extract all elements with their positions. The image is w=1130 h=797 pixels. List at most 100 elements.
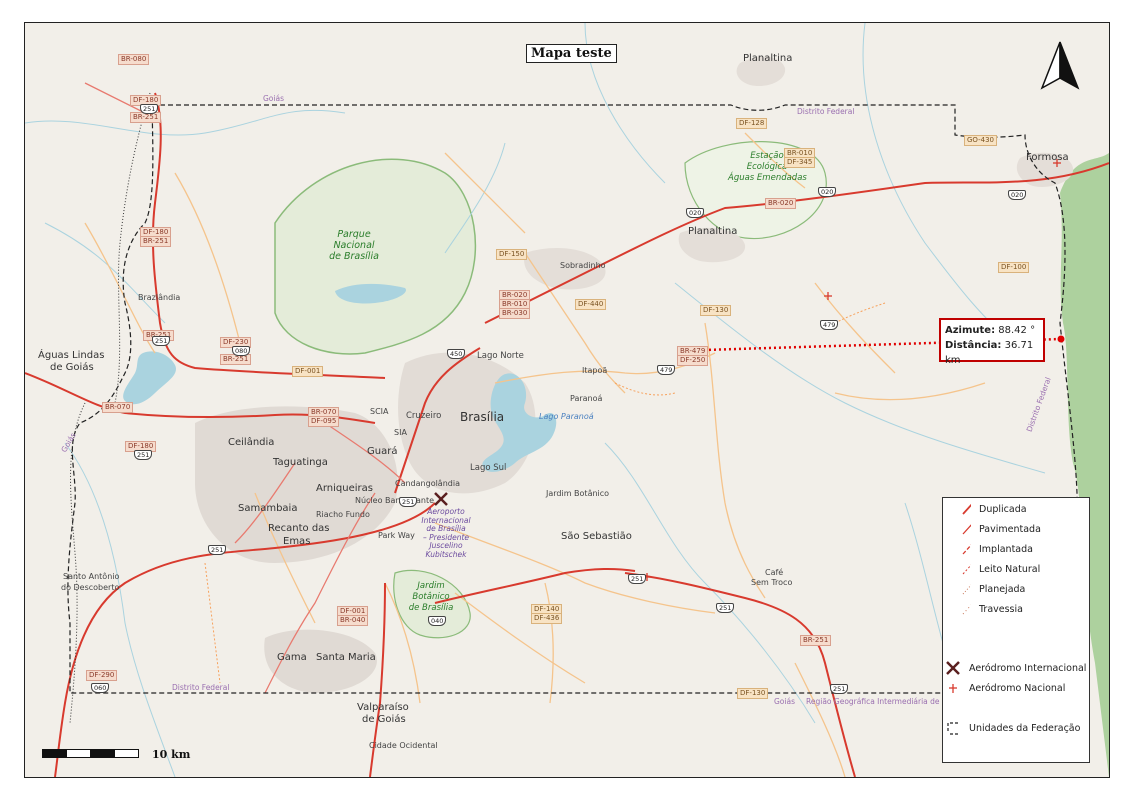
label-park-way: Park Way	[378, 531, 415, 540]
label-cafe-sem-troco-1: Café	[765, 568, 784, 577]
legend-item-leito-natural: Leito Natural	[949, 562, 1040, 576]
label-df-south: Distrito Federal	[172, 683, 230, 692]
label-sia: SIA	[394, 428, 407, 437]
label-lago-sul: Lago Sul	[470, 463, 507, 473]
label-goias-north: Goiás	[263, 94, 284, 103]
label-valparaiso-1: Valparaíso	[357, 702, 409, 713]
label-santo-antonio-2: do Descoberto	[61, 583, 120, 592]
label-aguas-lindas-1: Águas Lindas	[38, 350, 105, 361]
legend-label: Planejada	[979, 583, 1026, 595]
legend-item-duplicada: Duplicada	[949, 502, 1027, 516]
legend-label: Pavimentada	[979, 523, 1041, 535]
boundary-legend-icon	[947, 722, 958, 735]
label-cruzeiro: Cruzeiro	[406, 411, 442, 421]
legend-label: Duplicada	[979, 503, 1027, 515]
road-label-df130-s: DF-130	[737, 688, 769, 699]
legend-item-planejada: Planejada	[949, 582, 1025, 596]
highway-shield: 251	[140, 104, 159, 114]
label-national-park: Parque Nacional de Brasília	[329, 229, 379, 262]
highway-shield: 479	[820, 320, 839, 330]
legend-item-travessia: Travessia	[949, 602, 1023, 616]
label-df-north: Distrito Federal	[797, 107, 855, 116]
label-scia: SCIA	[370, 407, 389, 416]
label-lago-norte: Lago Norte	[477, 351, 524, 361]
label-recanto-2: Emas	[283, 536, 311, 547]
label-santa-maria: Santa Maria	[316, 652, 376, 663]
label-candangolandia: Candangolândia	[395, 479, 460, 488]
highway-shield: 020	[818, 187, 837, 197]
road-label-br080: BR-080	[118, 54, 150, 65]
label-santo-antonio-1: Santo Antônio	[63, 572, 120, 581]
label-sobradinho: Sobradinho	[560, 261, 606, 270]
road-label-df150: DF-150	[496, 249, 528, 260]
distance-row: Distância: 36.71 km	[945, 338, 1039, 368]
international-airport-legend-icon	[946, 661, 960, 675]
road-label-df345: DF-345	[784, 157, 816, 168]
road-label-df290: DF-290	[86, 670, 118, 681]
legend-label: Travessia	[979, 603, 1023, 615]
legend-label: Implantada	[979, 543, 1033, 555]
azimuth-label: Azimute:	[945, 325, 996, 336]
road-label-df440: DF-440	[575, 299, 607, 310]
legend-planejada-symbol	[962, 584, 971, 595]
road-label-df128: DF-128	[736, 118, 768, 129]
label-valparaiso-2: de Goiás	[362, 714, 406, 725]
legend-item-boundary: Unidades da Federação	[945, 721, 1080, 735]
label-itapoa: Itapoã	[582, 366, 608, 375]
label-botanical-garden: Jardim Botânico de Brasília	[408, 581, 454, 613]
road-label-br251-w: BR-251	[140, 236, 172, 247]
road-label-df001-w: DF-001	[292, 366, 324, 377]
highway-shield: 251	[716, 603, 735, 613]
label-goias-south: Goiás	[774, 697, 795, 706]
road-label-go430: GO-430	[964, 135, 998, 146]
map-legend: Duplicada Pavimentada Implantada Leito N…	[942, 497, 1090, 763]
legend-item-national-airport: Aeródromo Nacional	[945, 681, 1065, 695]
label-nucleo-bandeirante: Núcleo Bandeirante	[355, 496, 435, 505]
highway-shield: 080	[232, 346, 251, 356]
azimuth-value: 88.42 °	[998, 325, 1036, 336]
scale-bar	[42, 749, 139, 758]
legend-label: Aeródromo Internacional	[969, 662, 1087, 674]
national-airport-legend-icon	[949, 684, 957, 693]
label-sao-sebastiao: São Sebastião	[561, 531, 632, 542]
highway-shield: 060	[91, 683, 110, 693]
highway-shield: 251	[134, 450, 153, 460]
legend-item-international-airport: Aeródromo Internacional	[945, 661, 1086, 675]
road-label-br251-se: BR-251	[800, 635, 832, 646]
highway-shield: 251	[152, 336, 171, 346]
label-cafe-sem-troco-2: Sem Troco	[751, 578, 793, 587]
label-riacho-fundo: Riacho Fundo	[316, 510, 370, 519]
label-taguatinga: Taguatinga	[273, 457, 328, 468]
highway-shield: 251	[399, 497, 418, 507]
road-label-br040: BR-040	[337, 615, 369, 626]
label-jardim-botanico: Jardim Botânico	[546, 489, 610, 498]
label-brasilia: Brasília	[460, 410, 505, 424]
road-label-br020-ne: BR-020	[765, 198, 797, 209]
road-label-br030: BR-030	[499, 308, 531, 319]
highway-shield: 020	[686, 208, 705, 218]
label-guara: Guará	[367, 446, 398, 457]
road-label-df436: DF-436	[531, 613, 563, 624]
label-ceilandia: Ceilândia	[228, 437, 275, 448]
road-label-df250: DF-250	[677, 355, 709, 366]
road-label-br070: BR-070	[102, 402, 134, 413]
label-airport: Aeroporto Internacional de Brasília – Pres…	[421, 507, 471, 559]
highway-shield: 040	[428, 616, 447, 626]
label-samambaia: Samambaia	[238, 503, 298, 514]
legend-label: Aeródromo Nacional	[969, 682, 1066, 694]
road-label-df095: DF-095	[308, 416, 340, 427]
road-label-df130: DF-130	[700, 305, 732, 316]
highway-shield: 020	[1008, 190, 1027, 200]
label-lago-paranoa: Lago Paranoá	[539, 412, 594, 421]
label-planaltina-go: Planaltina	[743, 53, 793, 64]
highway-shield: 450	[447, 349, 466, 359]
label-cidade-ocidental: Cidade Ocidental	[369, 741, 438, 750]
label-arniqueiras: Arniqueiras	[316, 483, 373, 494]
legend-implantada-symbol	[962, 544, 971, 555]
label-planaltina-df: Planaltina	[688, 226, 738, 237]
label-recanto-1: Recanto das	[268, 523, 330, 534]
legend-item-implantada: Implantada	[949, 542, 1033, 556]
measurement-end-point[interactable]	[1057, 335, 1065, 343]
legend-duplicada-symbol	[962, 503, 971, 515]
road-label-df100: DF-100	[998, 262, 1030, 273]
